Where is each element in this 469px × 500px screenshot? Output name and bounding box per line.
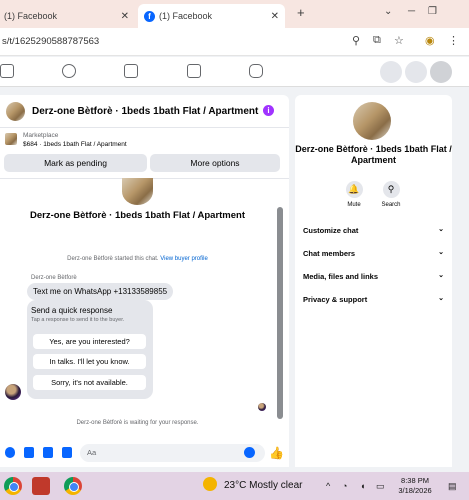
home-icon[interactable] xyxy=(0,64,14,78)
weather-text[interactable]: 23°C Mostly clear xyxy=(224,480,302,491)
row-label: Privacy & support xyxy=(303,295,368,304)
clock-date: 3/18/2026 xyxy=(398,486,432,495)
chevron-down-icon: ⌄ xyxy=(438,249,444,256)
mute-label: Mute xyxy=(347,202,361,208)
thumbs-up-icon[interactable]: 👍 xyxy=(269,446,284,460)
quick-response-card: Send a quick response Tap a response to … xyxy=(27,300,153,399)
clock-time: 8:38 PM xyxy=(401,476,429,485)
browser-tab[interactable]: (1) Facebook ✕ xyxy=(0,4,135,28)
menu-dots-icon[interactable]: ⋮ xyxy=(448,34,459,47)
marketplace-label: Marketplace xyxy=(23,132,59,139)
row-label: Chat members xyxy=(303,249,356,258)
new-tab-button[interactable]: + xyxy=(297,5,305,20)
search-icon: ⚲ xyxy=(382,181,400,198)
profile-icon[interactable]: ◉ xyxy=(425,34,435,47)
chat-info-panel: Derz-one Bètforè · 1beds 1bath Flat / Ap… xyxy=(295,95,452,467)
video-icon[interactable] xyxy=(124,64,138,78)
photo-icon[interactable] xyxy=(24,447,34,458)
customize-chat-row[interactable]: Customize chat ⌄ xyxy=(303,226,444,235)
address-bar[interactable]: s/t/1625290588787563 ⚲ ⧉ ☆ ◉ ⋮ xyxy=(0,28,469,56)
chrome-app-icon[interactable] xyxy=(4,477,22,495)
pinned-app-icon[interactable] xyxy=(32,477,50,495)
chat-members-row[interactable]: Chat members ⌄ xyxy=(303,249,444,258)
system-message: Derz-one Bètforè started this chat. View… xyxy=(0,256,275,262)
account-avatar-icon[interactable] xyxy=(430,61,452,83)
chat-header: Derz-one Bètforè · 1beds 1bath Flat / Ap… xyxy=(0,95,289,128)
sticker-icon[interactable] xyxy=(43,447,53,458)
listing-profile-photo xyxy=(353,102,391,140)
sender-name: Derz-one Bètforè xyxy=(31,275,77,281)
mute-action[interactable]: 🔔 Mute xyxy=(336,181,372,208)
url-text[interactable]: s/t/1625290588787563 xyxy=(2,36,99,47)
chat-panel: Derz-one Bètforè · 1beds 1bath Flat / Ap… xyxy=(0,95,289,467)
facebook-favicon-icon: f xyxy=(144,10,155,22)
chrome-app-icon[interactable] xyxy=(64,477,82,495)
tray-overflow-icon[interactable]: ^ xyxy=(326,481,330,491)
message-composer: Aa 👍 xyxy=(0,439,289,467)
weather-icon[interactable] xyxy=(203,477,217,491)
tab-title: (1) Facebook xyxy=(4,11,58,21)
message-placeholder: Aa xyxy=(87,448,97,457)
notifications-bell-icon[interactable] xyxy=(405,61,427,83)
quick-response-title: Send a quick response xyxy=(31,306,113,315)
message-bubble[interactable]: Text me on WhatsApp +13133589855 xyxy=(27,283,174,300)
microphone-icon[interactable] xyxy=(5,447,15,458)
system-message-text: Derz-one Bètforè started this chat. xyxy=(67,256,159,262)
volume-icon[interactable]: ◖ xyxy=(360,481,365,491)
system-clock[interactable]: 8:38 PM 3/18/2026 xyxy=(395,476,435,496)
close-tab-icon[interactable]: ✕ xyxy=(271,11,279,22)
chevron-down-icon: ⌄ xyxy=(438,272,444,279)
emoji-icon[interactable] xyxy=(244,447,255,458)
battery-icon[interactable]: ▭ xyxy=(376,481,385,492)
browser-tab-bar: (1) Facebook ✕ f (1) Facebook ✕ + ⌄ ─ ❐ xyxy=(0,0,469,28)
gif-icon[interactable] xyxy=(62,447,72,458)
scrollbar-thumb[interactable] xyxy=(277,207,283,419)
chevron-down-icon: ⌄ xyxy=(438,226,444,233)
listing-small-thumbnail xyxy=(5,133,17,145)
info-panel-title: Derz-one Bètforè · 1beds 1bath Flat / Ap… xyxy=(295,144,452,165)
view-buyer-profile-link[interactable]: View buyer profile xyxy=(160,256,208,262)
mark-as-pending-button[interactable]: Mark as pending xyxy=(4,154,147,172)
minimize-icon[interactable]: ─ xyxy=(408,6,415,17)
browser-tab-active[interactable]: f (1) Facebook ✕ xyxy=(138,4,285,28)
bell-icon: 🔔 xyxy=(345,181,363,198)
quick-reply-option[interactable]: Yes, are you interested? xyxy=(33,334,146,349)
search-action[interactable]: ⚲ Search xyxy=(373,181,409,208)
restore-icon[interactable]: ❐ xyxy=(428,6,437,17)
more-options-button[interactable]: More options xyxy=(150,154,280,172)
quick-reply-option[interactable]: In talks. I'll let you know. xyxy=(33,354,146,369)
row-label: Media, files and links xyxy=(303,272,379,281)
quick-reply-option[interactable]: Sorry, it's not available. xyxy=(33,375,146,390)
tab-search-icon[interactable]: ⌄ xyxy=(384,6,392,17)
read-receipt-avatar xyxy=(258,403,266,411)
listing-thumbnail[interactable] xyxy=(6,102,25,121)
facebook-top-nav xyxy=(0,57,469,87)
friends-icon[interactable] xyxy=(62,64,76,78)
buyer-avatar[interactable] xyxy=(5,384,21,400)
marketplace-icon[interactable] xyxy=(187,64,201,78)
conversation-title: Derz-one Bètforè · 1beds 1bath Flat / Ap… xyxy=(29,210,245,221)
chat-title[interactable]: Derz-one Bètforè · 1beds 1bath Flat / Ap… xyxy=(32,106,258,117)
network-icon[interactable]: ◔ xyxy=(342,481,347,491)
menu-grid-icon[interactable] xyxy=(380,61,402,83)
install-icon[interactable]: ⧉ xyxy=(373,34,381,47)
info-icon[interactable]: i xyxy=(263,105,274,116)
tab-title: (1) Facebook xyxy=(159,11,213,21)
media-files-links-row[interactable]: Media, files and links ⌄ xyxy=(303,272,444,281)
search-label: Search xyxy=(381,202,401,208)
quick-response-subtitle: Tap a response to send it to the buyer. xyxy=(31,317,125,323)
zoom-icon[interactable]: ⚲ xyxy=(352,34,360,47)
bookmark-star-icon[interactable]: ☆ xyxy=(394,34,404,47)
listing-price-line[interactable]: $684 · 1beds 1bath Flat / Apartment xyxy=(23,141,127,148)
privacy-support-row[interactable]: Privacy & support ⌄ xyxy=(303,295,444,304)
waiting-notice: Derz-one Bètforè is waiting for your res… xyxy=(76,420,199,426)
message-input[interactable]: Aa xyxy=(80,444,265,462)
gaming-icon[interactable] xyxy=(249,64,263,78)
row-label: Customize chat xyxy=(303,226,359,235)
close-tab-icon[interactable]: ✕ xyxy=(121,11,129,22)
chevron-down-icon: ⌄ xyxy=(438,295,444,302)
notification-icon[interactable]: ▤ xyxy=(448,481,457,492)
windows-taskbar: 23°C Mostly clear ^ ◔ ◖ ▭ 8:38 PM 3/18/2… xyxy=(0,472,469,500)
conversation-listing-photo xyxy=(122,178,153,205)
